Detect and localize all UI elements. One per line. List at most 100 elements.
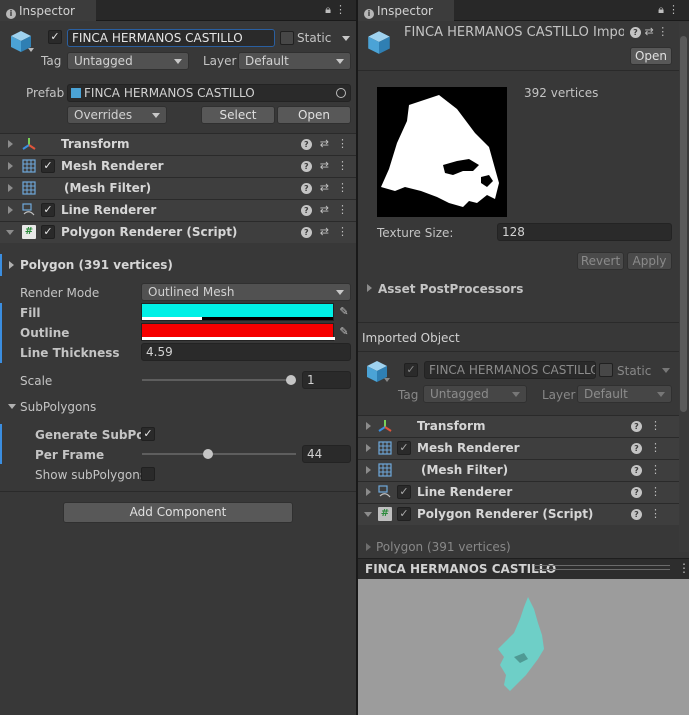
kebab-menu-icon[interactable]: ⋮ [650, 463, 661, 476]
generate-subpolygons-checkbox[interactable]: ✓ [141, 427, 155, 441]
component-line-renderer[interactable]: ✓ Line Renderer ? ⇄ ⋮ [0, 199, 356, 221]
help-icon[interactable]: ? [631, 421, 642, 432]
outline-color-swatch[interactable] [141, 323, 335, 341]
overrides-dropdown[interactable]: Overrides [67, 106, 167, 124]
foldout-arrow-icon[interactable] [8, 140, 13, 148]
eyedropper-icon[interactable]: ✎ [336, 304, 352, 320]
mesh-renderer-enabled-checkbox[interactable]: ✓ [41, 159, 55, 173]
component-line-renderer[interactable]: ✓ Line Renderer ? ⋮ [358, 481, 679, 503]
foldout-arrow-icon[interactable] [8, 184, 13, 192]
scale-slider-thumb[interactable] [286, 375, 296, 385]
help-icon[interactable]: ? [300, 183, 312, 194]
presets-icon[interactable]: ⇄ [320, 181, 329, 194]
tag-dropdown[interactable]: Untagged [67, 52, 189, 70]
polygon-renderer-enabled-checkbox[interactable]: ✓ [41, 225, 55, 239]
per-frame-slider-track[interactable] [142, 453, 296, 455]
mesh-renderer-icon [22, 159, 36, 173]
component-mesh-renderer[interactable]: ✓ Mesh Renderer ? ⇄ ⋮ [0, 155, 356, 177]
line-thickness-field[interactable]: 4.59 [141, 343, 351, 361]
asset-postprocessors-foldout-icon[interactable] [367, 284, 372, 292]
prefab-field[interactable]: FINCA HERMANOS CASTILLO [67, 84, 351, 102]
static-dropdown-arrow[interactable] [342, 36, 350, 41]
kebab-menu-icon[interactable]: ⋮ [337, 137, 348, 150]
foldout-arrow-icon[interactable] [366, 466, 371, 474]
kebab-menu-icon[interactable]: ⋮ [668, 3, 683, 16]
presets-icon[interactable]: ⇄ [320, 137, 329, 150]
component-mesh-filter[interactable]: (Mesh Filter) ? ⇄ ⋮ [0, 177, 356, 199]
foldout-arrow-icon[interactable] [8, 162, 13, 170]
icon-dropdown-arrow[interactable] [28, 48, 34, 52]
fill-color-swatch[interactable] [141, 303, 334, 321]
component-polygon-renderer[interactable]: # ✓ Polygon Renderer (Script) ? ⇄ ⋮ [0, 221, 356, 243]
kebab-menu-icon[interactable]: ⋮ [650, 419, 661, 432]
kebab-menu-icon[interactable]: ⋮ [337, 203, 348, 216]
foldout-arrow-icon[interactable] [366, 488, 371, 496]
line-renderer-enabled-checkbox[interactable]: ✓ [41, 203, 55, 217]
help-icon[interactable]: ? [631, 443, 642, 454]
kebab-menu-icon[interactable]: ⋮ [650, 441, 661, 454]
subpolygons-label[interactable]: SubPolygons [20, 400, 96, 414]
per-frame-field[interactable]: 44 [302, 445, 351, 463]
foldout-arrow-icon[interactable] [366, 422, 371, 430]
kebab-menu-icon[interactable]: ⋮ [650, 485, 661, 498]
kebab-menu-icon[interactable]: ⋮ [337, 159, 348, 172]
component-mesh-filter[interactable]: (Mesh Filter) ? ⋮ [358, 459, 679, 481]
presets-icon[interactable]: ⇄ [320, 159, 329, 172]
eyedropper-icon[interactable]: ✎ [336, 324, 352, 340]
open-button[interactable]: Open [630, 47, 672, 65]
scrollbar-thumb[interactable] [680, 36, 687, 412]
lock-icon[interactable]: 🔒︎ [658, 3, 668, 16]
render-mode-dropdown[interactable]: Outlined Mesh [141, 283, 351, 301]
polygon-foldout-arrow-icon[interactable] [9, 261, 14, 269]
right-inspector-tab[interactable]: i Inspector [358, 0, 454, 21]
add-component-button[interactable]: Add Component [63, 502, 293, 523]
presets-icon[interactable]: ⇄ [320, 203, 329, 216]
component-polygon-renderer[interactable]: # ✓ Polygon Renderer (Script) ? ⋮ [358, 503, 679, 525]
help-icon[interactable]: ? [300, 227, 312, 238]
revert-button[interactable]: Revert [577, 252, 624, 270]
kebab-menu-icon[interactable]: ⋮ [657, 25, 668, 38]
asset-postprocessors-label[interactable]: Asset PostProcessors [378, 282, 523, 296]
component-tools: ? ⋮ [623, 419, 661, 432]
preview-header[interactable]: FINCA HERMANOS CASTILLO ⋮ [358, 558, 689, 579]
kebab-menu-icon[interactable]: ⋮ [337, 225, 348, 238]
left-inspector-tab[interactable]: i Inspector [0, 0, 96, 21]
per-frame-slider-thumb[interactable] [203, 449, 213, 459]
foldout-arrow-icon[interactable] [6, 230, 14, 235]
object-picker-icon[interactable] [336, 88, 346, 98]
foldout-arrow-icon[interactable] [8, 206, 13, 214]
help-icon[interactable]: ? [630, 27, 641, 38]
component-transform[interactable]: Transform ? ⇄ ⋮ [0, 133, 356, 155]
foldout-arrow-icon[interactable] [364, 512, 372, 517]
mesh-preview-viewport[interactable] [358, 579, 689, 715]
polygon-header[interactable]: Polygon (391 vertices) [20, 258, 173, 272]
lock-icon[interactable]: 🔒︎ [325, 3, 335, 16]
kebab-menu-icon[interactable]: ⋮ [650, 507, 661, 520]
open-button[interactable]: Open [277, 106, 351, 124]
component-mesh-renderer[interactable]: ✓ Mesh Renderer ? ⋮ [358, 437, 679, 459]
help-icon[interactable]: ? [631, 509, 642, 520]
help-icon[interactable]: ? [631, 487, 642, 498]
help-icon[interactable]: ? [300, 161, 312, 172]
presets-icon[interactable]: ⇄ [320, 225, 329, 238]
help-icon[interactable]: ? [300, 205, 312, 216]
show-subpolygons-checkbox[interactable] [141, 467, 155, 481]
apply-button[interactable]: Apply [627, 252, 672, 270]
scale-field[interactable]: 1 [302, 371, 351, 389]
foldout-arrow-icon[interactable] [366, 444, 371, 452]
kebab-menu-icon[interactable]: ⋮ [337, 181, 348, 194]
static-checkbox[interactable] [280, 31, 294, 45]
presets-icon[interactable]: ⇄ [645, 25, 654, 38]
texture-size-field[interactable]: 128 [497, 223, 672, 241]
select-button[interactable]: Select [201, 106, 275, 124]
object-name-field[interactable]: FINCA HERMANOS CASTILLO [67, 29, 275, 47]
kebab-menu-icon[interactable]: ⋮ [678, 561, 689, 575]
layer-dropdown[interactable]: Default [238, 52, 351, 70]
scale-slider-track[interactable] [142, 379, 292, 381]
active-checkbox[interactable]: ✓ [48, 30, 62, 44]
help-icon[interactable]: ? [300, 139, 312, 150]
subpolygons-foldout-arrow-icon[interactable] [8, 404, 16, 409]
kebab-menu-icon[interactable]: ⋮ [335, 3, 350, 16]
component-transform[interactable]: Transform ? ⋮ [358, 415, 679, 437]
help-icon[interactable]: ? [631, 465, 642, 476]
